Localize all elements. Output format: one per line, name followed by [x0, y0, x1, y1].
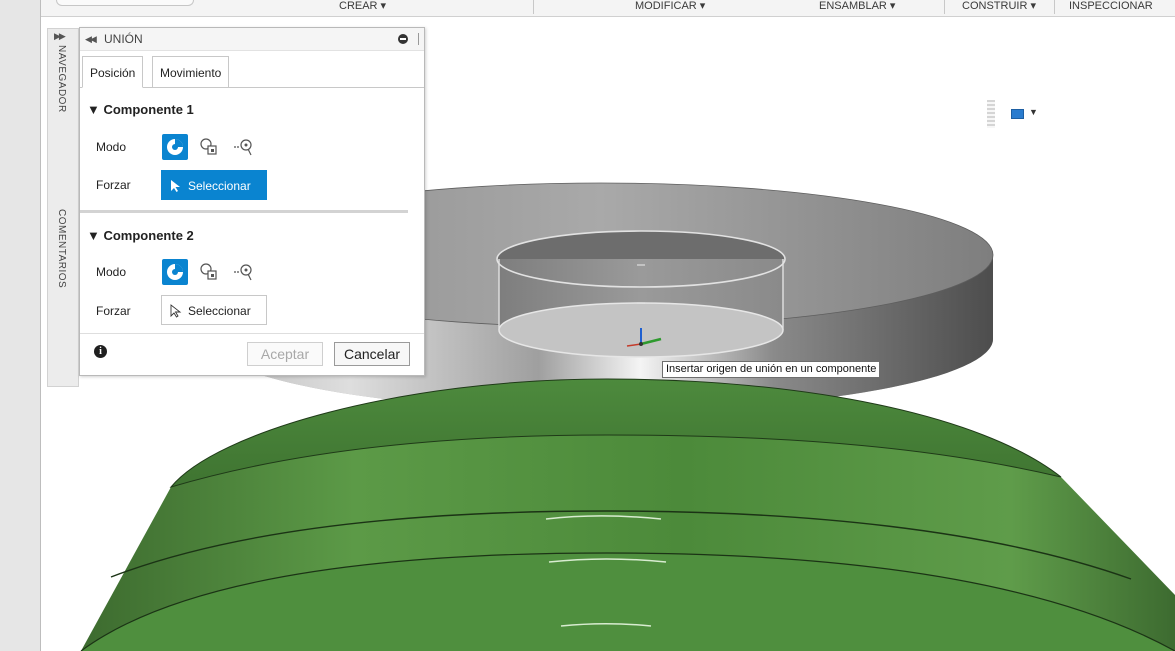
- menu-ensamblar[interactable]: ENSAMBLAR ▾: [819, 0, 895, 16]
- component2-force-label: Forzar: [96, 304, 131, 318]
- component2-select-button[interactable]: Seleccionar: [161, 295, 267, 325]
- footer-divider: [80, 333, 424, 334]
- double-chevron-right-icon[interactable]: ▶▶: [54, 31, 66, 42]
- toolbar-separator: [1054, 0, 1055, 14]
- tooltip: Insertar origen de unión en un component…: [662, 361, 881, 378]
- tab-position[interactable]: Posición: [82, 56, 144, 88]
- dialog-title: UNIÓN: [104, 32, 143, 46]
- tab-motion[interactable]: Movimiento: [152, 56, 230, 88]
- menu-crear[interactable]: CREAR ▾: [339, 0, 386, 16]
- toolbar-separator: [533, 0, 534, 14]
- between-two-faces-button[interactable]: [197, 134, 223, 160]
- between-two-faces-button[interactable]: [197, 259, 223, 285]
- component1-header[interactable]: ▼ Componente 1: [87, 102, 194, 117]
- comments-label[interactable]: COMENTARIOS: [56, 209, 67, 288]
- edge-intersection-icon: [234, 139, 252, 156]
- component1-force-label: Forzar: [96, 178, 131, 192]
- menu-inspeccionar[interactable]: INSPECCIONAR: [1069, 0, 1153, 16]
- snap-icon: [167, 139, 183, 155]
- snap-mode-button[interactable]: [162, 134, 188, 160]
- select-label: Seleccionar: [188, 179, 251, 193]
- toolbar-tab-stub[interactable]: [56, 0, 194, 6]
- cursor-icon: [171, 180, 180, 192]
- chevron-down-icon[interactable]: ▼: [1029, 107, 1038, 117]
- edge-intersection-icon: [234, 264, 252, 281]
- info-icon[interactable]: i: [94, 345, 107, 358]
- menu-construir[interactable]: CONSTRUIR ▾: [962, 0, 1036, 16]
- browser-side-strip: ▶▶ NAVEGADOR COMENTARIOS: [47, 28, 79, 387]
- dialog-header[interactable]: ◀◀ UNIÓN: [80, 28, 424, 51]
- header-divider: [418, 33, 419, 45]
- section-divider: [80, 210, 408, 213]
- drag-grip-icon[interactable]: [987, 100, 995, 128]
- snap-icon: [167, 264, 183, 280]
- select-label: Seleccionar: [188, 304, 251, 318]
- double-chevron-left-icon[interactable]: ◀◀: [85, 34, 97, 45]
- component1-mode-label: Modo: [96, 140, 127, 154]
- cursor-icon: [170, 304, 182, 318]
- between-faces-icon: [200, 138, 217, 155]
- minimize-icon[interactable]: [398, 34, 408, 44]
- toolbar: CREAR ▾ MODIFICAR ▾ ENSAMBLAR ▾ CONSTRUI…: [41, 0, 1175, 17]
- component2-header[interactable]: ▼ Componente 2: [87, 228, 194, 243]
- cancel-button[interactable]: Cancelar: [334, 342, 410, 366]
- navigator-label[interactable]: NAVEGADOR: [56, 45, 67, 113]
- component1-select-button[interactable]: Seleccionar: [161, 170, 267, 200]
- two-edge-intersection-button[interactable]: [231, 134, 257, 160]
- display-settings-control[interactable]: ▼: [987, 100, 1047, 128]
- joint-dialog: ◀◀ UNIÓN Posición Movimiento ▼ Component…: [79, 27, 425, 376]
- display-settings-icon[interactable]: [1011, 109, 1024, 119]
- two-edge-intersection-button[interactable]: [231, 259, 257, 285]
- left-rail: [0, 0, 41, 651]
- between-faces-icon: [200, 263, 217, 280]
- menu-modificar[interactable]: MODIFICAR ▾: [635, 0, 705, 16]
- toolbar-separator: [944, 0, 945, 14]
- snap-mode-button[interactable]: [162, 259, 188, 285]
- component2-mode-label: Modo: [96, 265, 127, 279]
- accept-button[interactable]: Aceptar: [247, 342, 323, 366]
